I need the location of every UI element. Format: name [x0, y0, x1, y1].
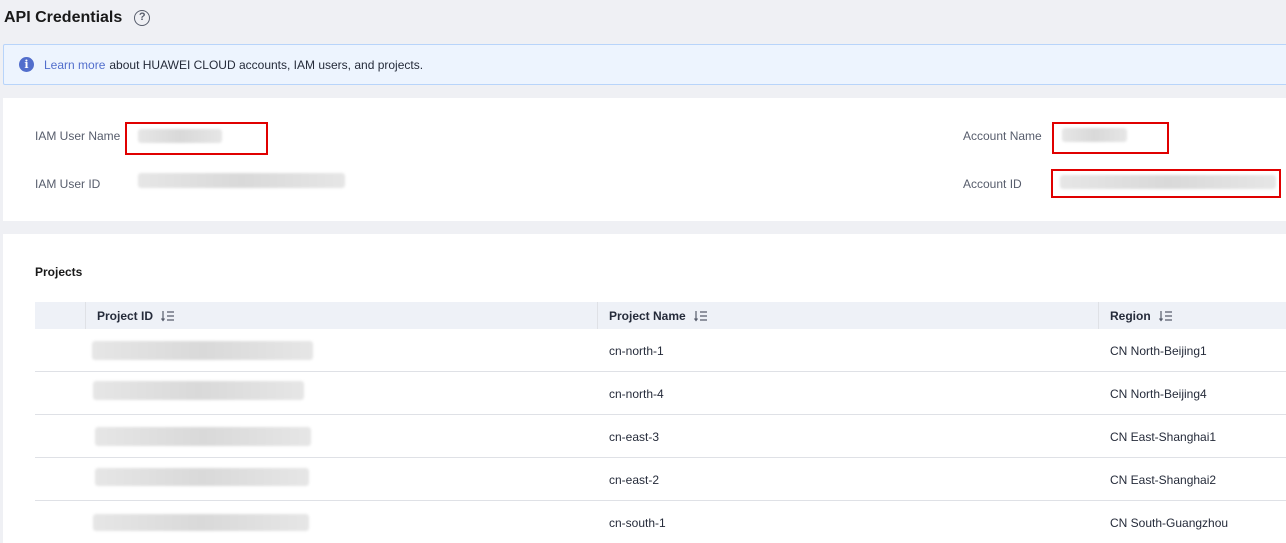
banner-text: about HUAWEI CLOUD accounts, IAM users, … — [109, 57, 424, 72]
region-cell: CN South-Guangzhou — [1110, 515, 1229, 530]
column-header-region[interactable]: Region — [1110, 302, 1173, 329]
table-row: cn-south-1 CN South-Guangzhou — [35, 501, 1286, 543]
column-header-project-id[interactable]: Project ID — [97, 302, 175, 329]
sort-icon[interactable] — [693, 310, 708, 322]
page-title: API Credentials — [4, 9, 123, 26]
sort-icon[interactable] — [161, 310, 175, 322]
projects-table: Project ID Project Name Region cn-north-… — [35, 302, 1286, 543]
table-row: cn-north-1 CN North-Beijing1 — [35, 329, 1286, 372]
region-cell: CN East-Shanghai1 — [1110, 429, 1217, 444]
table-row: cn-east-2 CN East-Shanghai2 — [35, 458, 1286, 501]
learn-more-link[interactable]: Learn more — [44, 58, 105, 72]
project-name-cell: cn-south-1 — [609, 515, 666, 530]
account-id-label: Account ID — [963, 177, 1022, 191]
table-header: Project ID Project Name Region — [35, 302, 1286, 329]
help-circle-icon[interactable]: ? — [134, 10, 151, 26]
account-info-card: IAM User Name IAM User ID Account Name A… — [3, 98, 1286, 221]
projects-card: Projects Project ID Project Name Region … — [3, 234, 1286, 543]
project-name-cell: cn-east-3 — [609, 429, 660, 444]
iam-user-id-label: IAM User ID — [35, 177, 101, 191]
iam-user-id-value-redacted — [138, 173, 345, 188]
account-name-label: Account Name — [963, 129, 1042, 143]
account-id-highlight — [1051, 169, 1281, 198]
projects-title: Projects — [35, 265, 83, 279]
project-id-redacted — [93, 514, 309, 531]
project-id-redacted — [95, 427, 311, 446]
iam-user-name-highlight — [125, 122, 268, 155]
project-name-cell: cn-east-2 — [609, 472, 660, 487]
column-header-project-name[interactable]: Project Name — [609, 302, 708, 329]
project-id-redacted — [95, 468, 309, 486]
project-id-redacted — [92, 341, 313, 360]
project-name-cell: cn-north-1 — [609, 343, 664, 358]
table-row: cn-north-4 CN North-Beijing4 — [35, 372, 1286, 415]
project-id-redacted — [93, 381, 304, 400]
info-banner: i Learn more about HUAWEI CLOUD accounts… — [3, 44, 1286, 85]
sort-icon[interactable] — [1158, 310, 1173, 322]
region-cell: CN East-Shanghai2 — [1110, 472, 1217, 487]
region-cell: CN North-Beijing4 — [1110, 386, 1207, 401]
table-row: cn-east-3 CN East-Shanghai1 — [35, 415, 1286, 458]
title-row: API Credentials ? — [4, 7, 151, 29]
info-icon: i — [19, 57, 34, 72]
account-name-highlight — [1052, 122, 1169, 154]
project-name-cell: cn-north-4 — [609, 386, 664, 401]
region-cell: CN North-Beijing1 — [1110, 343, 1207, 358]
api-credentials-page: API Credentials ? i Learn more about HUA… — [0, 0, 1286, 543]
iam-user-name-label: IAM User Name — [35, 129, 121, 143]
